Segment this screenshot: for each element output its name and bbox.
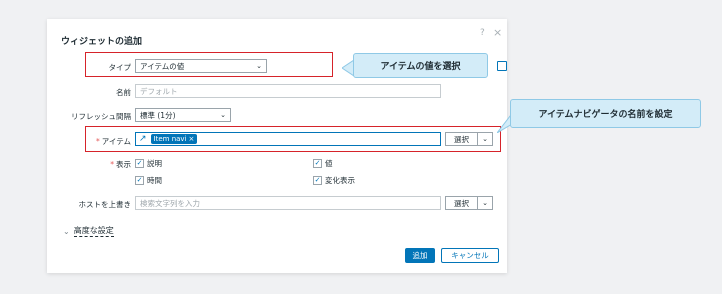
remove-tag-icon[interactable]: × [189, 135, 195, 143]
host-select-button-group: 選択 ⌄ [445, 196, 493, 210]
type-select[interactable]: アイテムの値 ⌄ [135, 59, 267, 73]
dialog-title: ウィジェットの追加 [61, 37, 143, 47]
close-icon[interactable]: × [493, 26, 502, 39]
checkbox-label: 説明 [147, 159, 162, 168]
add-button[interactable]: 追加 [405, 248, 435, 263]
name-label: 名前 [116, 88, 131, 97]
checkbox-label: 変化表示 [325, 176, 355, 185]
show-label: * 表示 [87, 159, 131, 170]
show-time-checkbox[interactable]: ✓ 時間 [135, 175, 162, 186]
chevron-down-icon: ⌄ [63, 226, 70, 236]
chevron-down-icon[interactable]: ⌄ [478, 199, 492, 207]
chevron-down-icon[interactable]: ⌄ [478, 135, 492, 143]
host-override-label: ホストを上書き [78, 200, 132, 209]
required-marker: * [96, 137, 100, 146]
advanced-settings-label: 高度な設定 [73, 226, 114, 237]
checkbox-checked-icon: ✓ [135, 159, 144, 168]
item-label: * アイテム [87, 136, 131, 147]
host-select-button[interactable]: 選択 [446, 197, 478, 209]
item-multiselect[interactable]: ↗ Item navi × [135, 132, 441, 146]
refresh-interval-label: リフレッシュ間隔 [71, 112, 131, 121]
show-description-checkbox[interactable]: ✓ 説明 [135, 158, 162, 169]
required-marker: * [110, 160, 114, 169]
advanced-settings-toggle[interactable]: ⌄ 高度な設定 [63, 225, 114, 237]
show-label-text: 表示 [116, 160, 131, 169]
item-tag: Item navi × [150, 134, 198, 144]
item-tag-label: Item navi [153, 135, 187, 143]
refresh-interval-value: 標準 (1分) [140, 110, 176, 120]
chevron-down-icon: ⌄ [256, 62, 262, 70]
type-select-value: アイテムの値 [140, 61, 185, 71]
item-label-text: アイテム [101, 137, 131, 146]
show-value-checkbox[interactable]: ✓ 値 [313, 158, 333, 169]
type-label: タイプ [108, 63, 132, 72]
callout-set-name: アイテムナビゲータの名前を設定 [510, 99, 701, 128]
partially-hidden-checkbox[interactable] [497, 61, 507, 71]
host-override-input[interactable]: 検索文字列を入力 [135, 196, 441, 210]
help-icon[interactable]: ? [480, 28, 485, 38]
callout-select-value: アイテムの値を選択 [353, 53, 488, 78]
checkbox-label: 時間 [147, 176, 162, 185]
show-change-indicator-checkbox[interactable]: ✓ 変化表示 [313, 175, 355, 186]
cancel-button[interactable]: キャンセル [441, 248, 499, 263]
item-select-button-group: 選択 ⌄ [445, 132, 493, 146]
item-select-button[interactable]: 選択 [446, 133, 478, 145]
refresh-interval-select[interactable]: 標準 (1分) ⌄ [135, 108, 231, 122]
external-link-icon[interactable]: ↗ [139, 134, 147, 144]
checkbox-checked-icon: ✓ [313, 159, 322, 168]
chevron-down-icon: ⌄ [220, 111, 226, 119]
name-input[interactable]: デフォルト [135, 84, 441, 98]
checkbox-checked-icon: ✓ [313, 176, 322, 185]
checkbox-label: 値 [325, 159, 333, 168]
checkbox-checked-icon: ✓ [135, 176, 144, 185]
